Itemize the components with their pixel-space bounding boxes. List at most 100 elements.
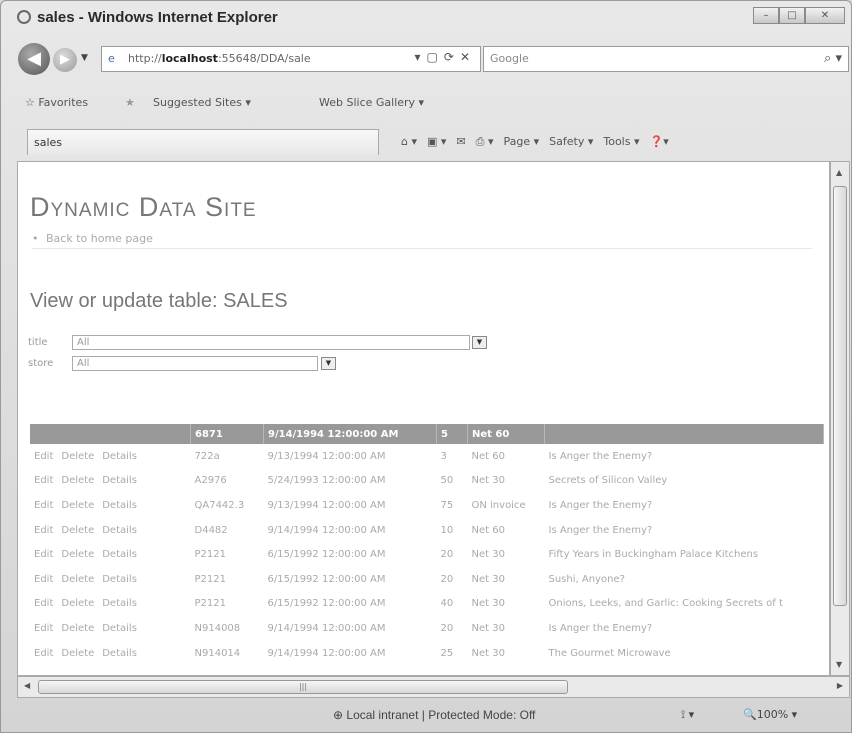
table-cell: Net 60 bbox=[471, 524, 505, 536]
delete-link[interactable]: Delete bbox=[61, 475, 94, 486]
table-cell: 10 bbox=[440, 524, 454, 536]
details-link[interactable]: Details bbox=[102, 623, 137, 634]
table-cell: ON invoice bbox=[471, 499, 526, 511]
vertical-scroll-thumb[interactable] bbox=[833, 186, 847, 606]
back-to-home-link[interactable]: Back to home page bbox=[32, 232, 153, 245]
edit-link[interactable]: Edit bbox=[34, 451, 53, 462]
back-button[interactable]: ◀ bbox=[18, 43, 50, 75]
home-icon[interactable]: ⌂ ▾ bbox=[401, 135, 417, 149]
close-button[interactable]: ✕ bbox=[805, 7, 845, 24]
details-link[interactable]: Details bbox=[102, 648, 137, 659]
table-row: Edit Delete Details N914008 9/14/1994 12:00:… bbox=[30, 616, 824, 641]
search-box[interactable]: Google ⌕ ▾ bbox=[483, 46, 849, 72]
row-actions: Edit Delete Details bbox=[30, 469, 191, 494]
search-icon[interactable]: ⌕ ▾ bbox=[824, 51, 842, 66]
details-link[interactable]: Details bbox=[102, 525, 137, 536]
column-header[interactable]: 5 bbox=[436, 424, 468, 444]
help-icon[interactable]: ❓▾ bbox=[650, 135, 669, 149]
compatibility-view-icon[interactable]: ▢ bbox=[427, 50, 444, 64]
delete-link[interactable]: Delete bbox=[61, 549, 94, 560]
column-header[interactable]: Net 60 bbox=[467, 424, 545, 444]
delete-link[interactable]: Delete bbox=[61, 525, 94, 536]
table-row: Edit Delete Details QA7442.3 9/13/1994 12:00… bbox=[30, 493, 824, 518]
column-header[interactable] bbox=[30, 424, 191, 444]
filter-store-select[interactable]: All bbox=[72, 356, 318, 371]
chevron-down-icon[interactable]: ▼ bbox=[472, 336, 487, 349]
address-bar[interactable]: e http://localhost:55648/DDA/sale ▾▢⟳✕ bbox=[101, 46, 481, 72]
edit-link[interactable]: Edit bbox=[34, 549, 53, 560]
add-to-favorites-icon[interactable]: ★ bbox=[125, 96, 135, 109]
table-cell: The Gourmet Microwave bbox=[548, 647, 671, 659]
details-link[interactable]: Details bbox=[102, 549, 137, 560]
details-link[interactable]: Details bbox=[102, 598, 137, 609]
page-menu[interactable]: Page ▾ bbox=[503, 135, 539, 149]
edit-link[interactable]: Edit bbox=[34, 598, 53, 609]
filter-title-select[interactable]: All bbox=[72, 335, 470, 350]
delete-link[interactable]: Delete bbox=[61, 500, 94, 511]
sales-grid: 6871 9/14/1994 12:00:00 AM 5 Net 60 Edit… bbox=[30, 424, 824, 665]
scroll-up-icon[interactable]: ▲ bbox=[836, 168, 842, 177]
table-cell: 3 bbox=[440, 450, 447, 462]
security-zone: ⊕ Local intranet | Protected Mode: Off bbox=[333, 708, 536, 722]
horizontal-scrollbar[interactable]: ◀ ||| ▶ bbox=[17, 676, 850, 698]
column-header[interactable]: 6871 bbox=[190, 424, 264, 444]
details-link[interactable]: Details bbox=[102, 500, 137, 511]
edit-link[interactable]: Edit bbox=[34, 623, 53, 634]
delete-link[interactable]: Delete bbox=[61, 574, 94, 585]
maximize-button[interactable]: □ bbox=[779, 7, 805, 24]
horizontal-scroll-thumb[interactable]: ||| bbox=[38, 680, 568, 694]
details-link[interactable]: Details bbox=[102, 451, 137, 462]
chevron-down-icon[interactable]: ▼ bbox=[321, 357, 336, 370]
address-dropdown-icon[interactable]: ▾ bbox=[415, 50, 427, 64]
row-actions: Edit Delete Details bbox=[30, 444, 191, 469]
table-cell: P2121 bbox=[194, 549, 226, 561]
divider bbox=[32, 248, 812, 249]
scroll-right-icon[interactable]: ▶ bbox=[837, 681, 843, 690]
safety-menu[interactable]: Safety ▾ bbox=[549, 135, 593, 149]
scroll-left-icon[interactable]: ◀ bbox=[24, 681, 30, 690]
table-row: Edit Delete Details 722a 9/13/1994 12:00:00 … bbox=[30, 444, 824, 469]
edit-link[interactable]: Edit bbox=[34, 500, 53, 511]
favorites-item-suggested[interactable]: Suggested Sites ▾ bbox=[153, 96, 251, 109]
edit-link[interactable]: Edit bbox=[34, 648, 53, 659]
table-cell: 75 bbox=[440, 499, 454, 511]
table-row: Edit Delete Details P2121 6/15/1992 12:00:00… bbox=[30, 592, 824, 617]
edit-link[interactable]: Edit bbox=[34, 525, 53, 536]
row-actions: Edit Delete Details bbox=[30, 493, 191, 518]
table-cell: 9/14/1994 12:00:00 AM bbox=[267, 647, 386, 659]
delete-link[interactable]: Delete bbox=[61, 451, 94, 462]
stop-icon[interactable]: ✕ bbox=[460, 50, 476, 64]
filter-store: store All ▼ bbox=[28, 356, 336, 371]
delete-link[interactable]: Delete bbox=[61, 623, 94, 634]
column-header[interactable]: 9/14/1994 12:00:00 AM bbox=[263, 424, 437, 444]
grid-header-row: 6871 9/14/1994 12:00:00 AM 5 Net 60 bbox=[30, 424, 824, 444]
table-cell: 5/24/1993 12:00:00 AM bbox=[267, 475, 386, 487]
favorites-item-webslice[interactable]: Web Slice Gallery ▾ bbox=[319, 96, 424, 109]
forward-button[interactable]: ▶ bbox=[53, 48, 77, 72]
print-icon[interactable]: ⎙ ▾ bbox=[476, 135, 494, 149]
delete-link[interactable]: Delete bbox=[61, 648, 94, 659]
filter-label: store bbox=[28, 358, 54, 369]
favorites-bar: ☆ Favorites ★ Suggested Sites ▾ Web Slic… bbox=[1, 91, 851, 115]
delete-link[interactable]: Delete bbox=[61, 598, 94, 609]
favorites-button[interactable]: ☆ Favorites bbox=[25, 96, 88, 109]
column-header[interactable] bbox=[544, 424, 824, 444]
edit-link[interactable]: Edit bbox=[34, 574, 53, 585]
browser-window: sales - Windows Internet Explorer – □ ✕ … bbox=[0, 0, 852, 733]
scroll-down-icon[interactable]: ▼ bbox=[836, 660, 842, 669]
edit-link[interactable]: Edit bbox=[34, 475, 53, 486]
table-cell: P2121 bbox=[194, 598, 226, 610]
protected-mode-icon[interactable]: ⟟ ▾ bbox=[681, 708, 694, 722]
minimize-button[interactable]: – bbox=[753, 7, 779, 24]
details-link[interactable]: Details bbox=[102, 475, 137, 486]
mail-icon[interactable]: ✉ bbox=[456, 135, 465, 149]
refresh-icon[interactable]: ⟳ bbox=[444, 50, 460, 64]
feeds-icon[interactable]: ▣ ▾ bbox=[427, 135, 446, 149]
recent-pages-dropdown-icon[interactable]: ▼ bbox=[81, 53, 88, 63]
tab-sales[interactable]: sales bbox=[27, 129, 379, 155]
zoom-control[interactable]: 🔍100% ▾ bbox=[743, 708, 797, 721]
page-content: Dynamic Data Site Back to home page View… bbox=[17, 161, 830, 676]
details-link[interactable]: Details bbox=[102, 574, 137, 585]
tools-menu[interactable]: Tools ▾ bbox=[603, 135, 639, 149]
vertical-scrollbar[interactable]: ▲ ▼ bbox=[830, 161, 850, 676]
